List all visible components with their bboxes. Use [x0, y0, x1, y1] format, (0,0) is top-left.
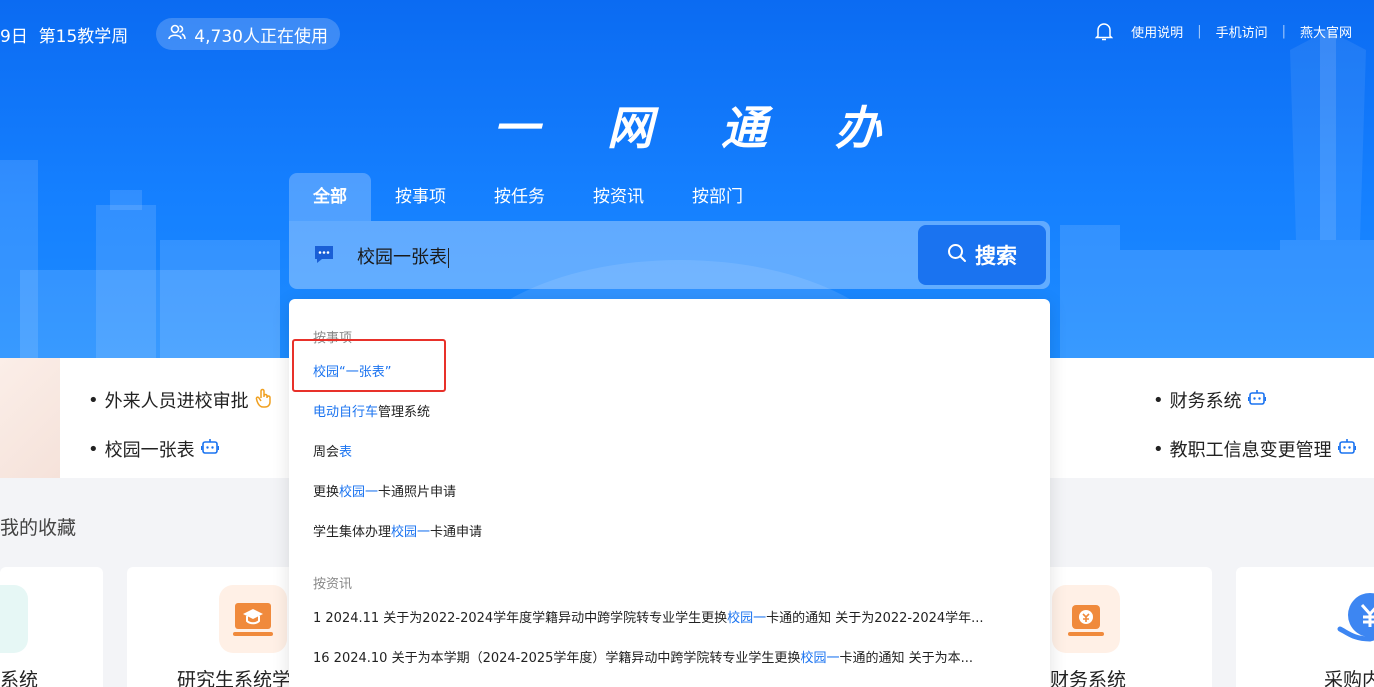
news-item[interactable]: 16 2024.10 关于为本学期（2024-2025学年度）学籍异动中跨学院转… [313, 647, 973, 666]
finance-system-icon [1052, 585, 1120, 653]
search-button[interactable]: 搜索 [918, 225, 1046, 285]
online-users-count: 4,730人正在使用 [194, 26, 328, 47]
favorite-card[interactable]: 系统 [0, 567, 103, 687]
search-button-label: 搜索 [975, 244, 1017, 268]
suggestion-item[interactable]: 学生集体办理校园一卡通申请 [313, 521, 482, 540]
search-icon [947, 243, 967, 268]
graduate-system-icon [219, 585, 287, 653]
favorite-card[interactable]: 采购内 [1236, 567, 1374, 687]
divider: | [1197, 24, 1202, 39]
help-link[interactable]: 使用说明 [1131, 22, 1183, 41]
date-label: 9日 第15教学周 [0, 26, 129, 47]
robot-icon [1247, 389, 1266, 412]
bell-icon[interactable] [1095, 22, 1114, 41]
search-suggestions-dropdown: 按事项 校园“一张表” 电动自行车管理系统 周会表 更换校园一卡通照片申请 学生… [289, 299, 1050, 687]
topbar-left: 9日 第15教学周 4,730人正在使用 [0, 18, 340, 50]
quick-link-campus-form[interactable]: • 校园一张表 [88, 436, 219, 462]
quick-link-finance-system[interactable]: • 财务系统 [1153, 387, 1266, 413]
search-bar[interactable]: 校园一张表 搜索 [289, 221, 1050, 289]
mobile-access-link[interactable]: 手机访问 [1216, 22, 1268, 41]
robot-icon [200, 438, 219, 461]
official-site-link[interactable]: 燕大官网 [1300, 22, 1352, 41]
users-icon [168, 24, 187, 45]
suggestion-item[interactable]: 周会表 [313, 441, 352, 460]
suggestion-item[interactable]: 更换校园一卡通照片申请 [313, 481, 456, 500]
hand-pointer-icon [255, 388, 273, 413]
tab-by-department[interactable]: 按部门 [668, 173, 767, 221]
news-item[interactable]: 1 2024.11 关于为2022-2024学年度学籍异动中跨学院转专业学生更换… [313, 607, 984, 626]
divider: | [1281, 24, 1286, 39]
robot-icon [1337, 438, 1356, 461]
suggestion-item[interactable]: 电动自行车管理系统 [313, 401, 430, 420]
text-caret [448, 248, 449, 268]
topbar-right: 使用说明 | 手机访问 | 燕大官网 [1095, 22, 1352, 41]
chat-bubble-icon [313, 244, 335, 268]
search-input[interactable]: 校园一张表 [357, 243, 449, 269]
favorites-title: 我的收藏 [0, 517, 77, 539]
tab-by-task[interactable]: 按任务 [470, 173, 569, 221]
decorative-image [0, 358, 60, 478]
tab-by-item[interactable]: 按事项 [371, 173, 470, 221]
app-icon [0, 585, 28, 653]
suggestion-item[interactable]: 校园“一张表” [313, 361, 391, 380]
tab-all[interactable]: 全部 [289, 173, 371, 221]
quick-link-visitor-approval[interactable]: • 外来人员进校审批 [88, 387, 273, 413]
hero-title: 一 网 通 办 [492, 101, 908, 155]
quick-link-staff-info-change[interactable]: • 教职工信息变更管理 [1153, 436, 1356, 462]
tab-by-news[interactable]: 按资讯 [569, 173, 668, 221]
search-tabs: 全部 按事项 按任务 按资讯 按部门 [289, 173, 767, 221]
online-users-badge: 4,730人正在使用 [156, 18, 340, 50]
group-title-news: 按资讯 [313, 577, 353, 592]
procurement-icon [1330, 585, 1374, 653]
